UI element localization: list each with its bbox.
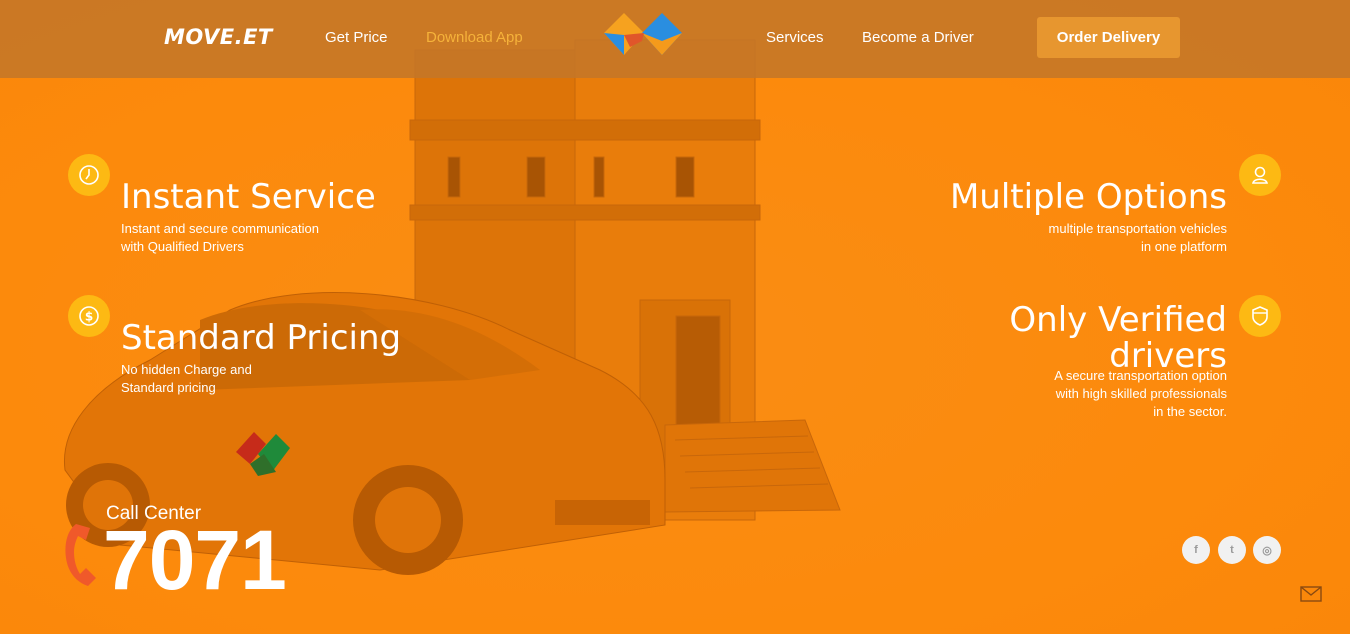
phone-icon [65, 524, 96, 586]
top-navigation-bar: MOVE.ET Get Price Download App Services … [0, 0, 1350, 78]
instant-service-title: Instant Service [121, 177, 376, 217]
brand-logo-text[interactable]: MOVE.ET [164, 25, 273, 49]
nav-become-driver[interactable]: Become a Driver [862, 29, 974, 46]
order-delivery-button[interactable]: Order Delivery [1037, 17, 1180, 58]
mail-icon[interactable] [1300, 586, 1322, 602]
standard-pricing-title: Standard Pricing [121, 318, 402, 358]
verified-drivers-description: A secure transportation option with high… [1054, 368, 1227, 419]
nav-services[interactable]: Services [766, 29, 824, 46]
multiple-options-description: multiple transportation vehicles in one … [1048, 221, 1227, 254]
center-logo-icon[interactable] [602, 11, 686, 61]
dollar-icon: $ [68, 295, 110, 337]
nav-get-price[interactable]: Get Price [325, 29, 388, 46]
instagram-icon[interactable]: ◎ [1253, 536, 1281, 564]
standard-pricing-description: No hidden Charge and Standard pricing [121, 362, 252, 395]
facebook-icon[interactable]: f [1182, 536, 1210, 564]
instant-service-description: Instant and secure communication with Qu… [121, 221, 319, 254]
nav-download-app[interactable]: Download App [426, 29, 523, 46]
verified-drivers-title: Only Verified drivers [1009, 302, 1227, 374]
twitter-icon[interactable]: t [1218, 536, 1246, 564]
shield-icon [1239, 295, 1281, 337]
verified-title-line1: Only Verified [1009, 300, 1227, 340]
call-center-number[interactable]: 7071 [103, 517, 287, 603]
multiple-options-title: Multiple Options [949, 177, 1227, 217]
user-icon [1239, 154, 1281, 196]
clock-icon [68, 154, 110, 196]
svg-text:$: $ [85, 310, 93, 324]
